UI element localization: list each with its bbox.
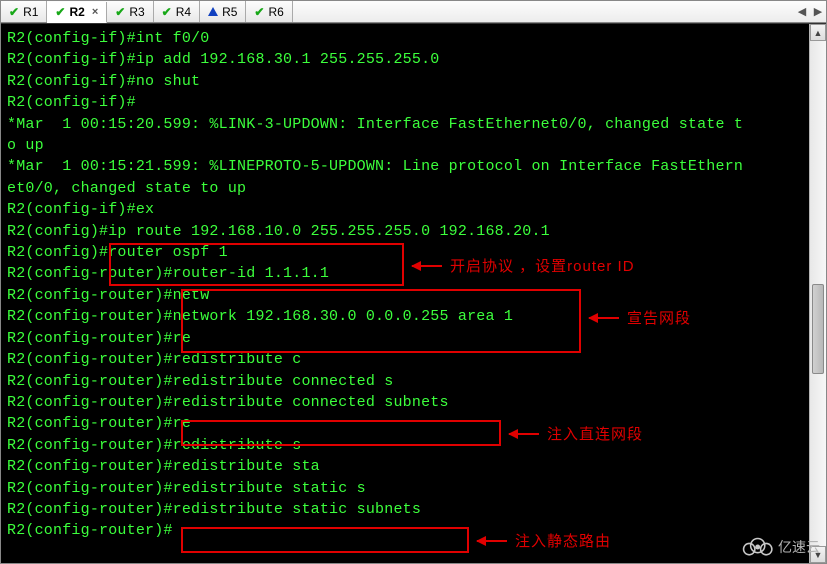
tab-label: R5	[222, 5, 237, 19]
tab-r5[interactable]: R5	[200, 1, 246, 22]
tab-label: R1	[23, 5, 38, 19]
tab-r2[interactable]: ✔ R2 ×	[47, 2, 107, 23]
tab-r6[interactable]: ✔ R6	[246, 1, 292, 22]
terminal-output[interactable]: R2(config-if)#int f0/0 R2(config-if)#ip …	[1, 24, 826, 546]
vertical-scrollbar[interactable]: ▲ ▼	[809, 24, 826, 563]
tab-bar: ✔ R1 ✔ R2 × ✔ R3 ✔ R4 R5 ✔ R6 ◀ ▶	[1, 1, 826, 23]
scroll-down-button[interactable]: ▼	[810, 546, 826, 563]
check-icon: ✔	[162, 5, 172, 19]
tab-label: R3	[129, 5, 144, 19]
tab-label: R4	[176, 5, 191, 19]
check-icon: ✔	[55, 5, 65, 19]
tab-scroll-right-button[interactable]: ▶	[810, 4, 826, 20]
scroll-up-button[interactable]: ▲	[810, 24, 826, 41]
warning-icon	[208, 7, 218, 16]
tab-r3[interactable]: ✔ R3	[107, 1, 153, 22]
tab-r4[interactable]: ✔ R4	[154, 1, 200, 22]
terminal-panel: R2(config-if)#int f0/0 R2(config-if)#ip …	[1, 23, 826, 563]
close-icon[interactable]: ×	[92, 6, 98, 18]
tab-scroll-left-button[interactable]: ◀	[794, 4, 810, 20]
check-icon: ✔	[9, 5, 19, 19]
check-icon: ✔	[115, 5, 125, 19]
tab-label: R6	[268, 5, 283, 19]
scroll-thumb[interactable]	[812, 284, 824, 374]
check-icon: ✔	[254, 5, 264, 19]
tab-label: R2	[69, 5, 84, 19]
tab-r1[interactable]: ✔ R1	[1, 1, 47, 22]
